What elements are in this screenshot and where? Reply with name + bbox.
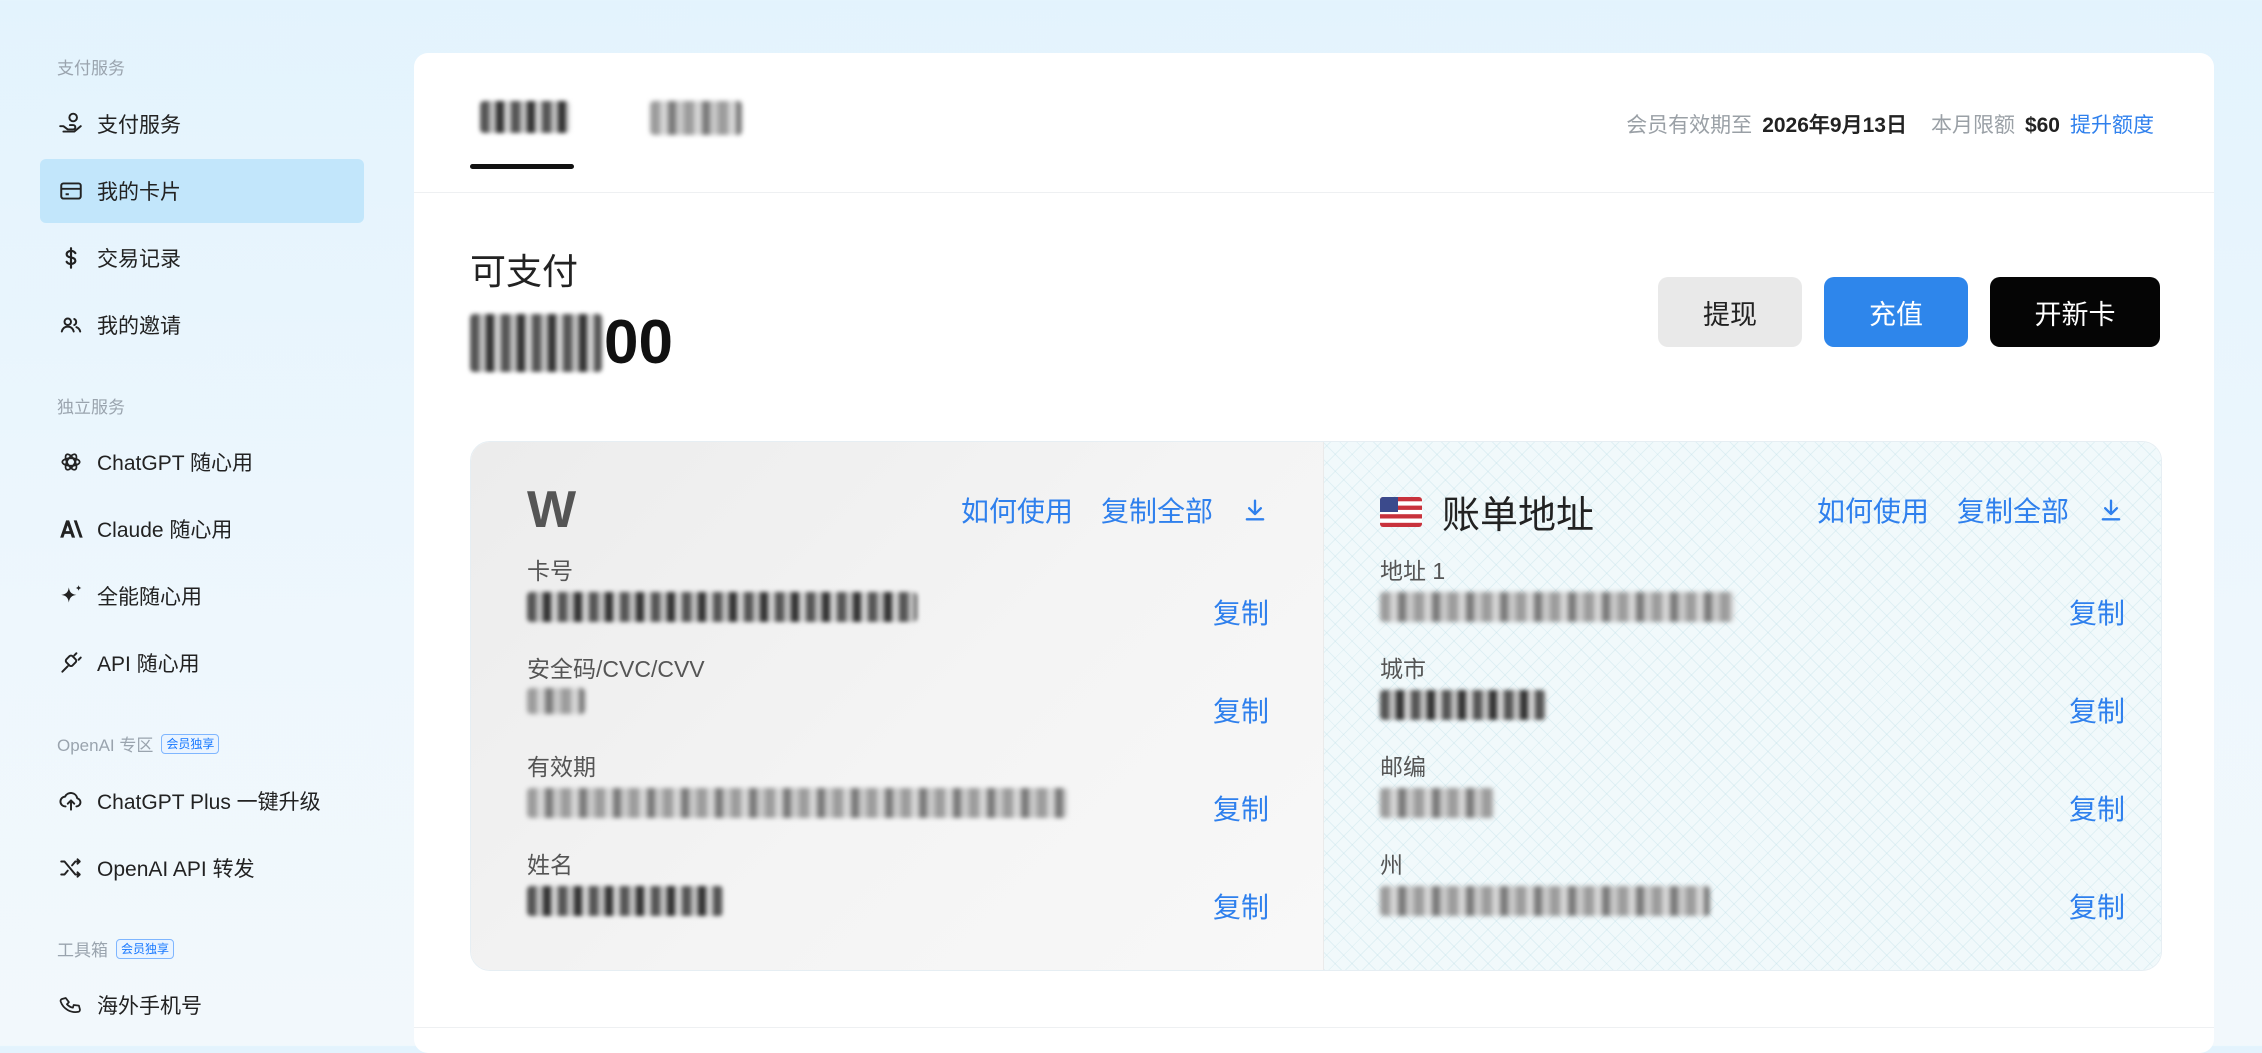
- card-how-to-use-link[interactable]: 如何使用: [961, 490, 1073, 530]
- zip-label: 邮编: [1380, 754, 1426, 780]
- card-brand-logo: W: [527, 481, 576, 539]
- cvv-label: 安全码/CVC/CVV: [527, 656, 705, 682]
- card-info-panel: W 如何使用 复制全部 卡号 复制 安全码/CVC/CVV 复制 有效期 复制 …: [471, 442, 1324, 970]
- dollar-icon: [57, 244, 85, 272]
- zip-value: [1380, 788, 1494, 818]
- download-icon[interactable]: [1241, 496, 1269, 524]
- balance-label: 可支付: [470, 251, 579, 292]
- shuffle-icon: [57, 854, 85, 882]
- copy-zip-button[interactable]: 复制: [2069, 788, 2125, 828]
- header-divider: [414, 192, 2214, 193]
- card-icon: [57, 177, 85, 205]
- sidebar-item-all-in-one[interactable]: 全能随心用: [40, 564, 364, 628]
- sparkle-icon: [57, 582, 85, 610]
- sidebar-item-overseas-phone[interactable]: 海外手机号: [40, 973, 364, 1037]
- state-value: [1380, 886, 1710, 916]
- redacted-tab-label: [650, 101, 742, 135]
- us-flag-icon: [1380, 496, 1422, 527]
- withdraw-button[interactable]: 提现: [1658, 277, 1802, 347]
- expiry-value: [527, 788, 1067, 818]
- monthly-limit-label: 本月限额: [1930, 114, 2015, 137]
- download-icon[interactable]: [2097, 496, 2125, 524]
- member-expiry-date: 2026年9月13日: [1762, 114, 1907, 137]
- card-number-label: 卡号: [527, 558, 573, 584]
- redacted-balance: [470, 313, 602, 372]
- sidebar-item-openai-api-relay[interactable]: OpenAI API 转发: [40, 836, 364, 900]
- address-line1-value: [1380, 592, 1734, 622]
- main-panel: 会员有效期至 2026年9月13日 本月限额 $60 提升额度 可支付 00 提…: [414, 53, 2214, 1053]
- sidebar: 支付服务 支付服务 我的卡片 交易记录 我的邀请 独立服务 ChatGPT 随心…: [0, 0, 410, 1046]
- member-only-badge: 会员独享: [116, 938, 175, 959]
- sidebar-item-transactions[interactable]: 交易记录: [40, 226, 364, 290]
- section-divider: [414, 1027, 2214, 1028]
- card-copy-all-link[interactable]: 复制全部: [1101, 490, 1213, 530]
- section-label-toolbox: 工具箱 会员独享: [57, 936, 175, 961]
- card-actions: 如何使用 复制全部: [961, 490, 1269, 530]
- expiry-label: 有效期: [527, 754, 596, 780]
- cardholder-name-value: [527, 886, 723, 916]
- section-label-independent: 独立服务: [57, 398, 125, 417]
- sidebar-item-invitations[interactable]: 我的邀请: [40, 293, 364, 357]
- hand-coin-icon: [57, 110, 85, 138]
- topup-button[interactable]: 充值: [1824, 277, 1968, 347]
- member-only-badge: 会员独享: [161, 733, 220, 754]
- billing-address-panel: 账单地址 如何使用 复制全部 地址 1 复制 城市 复制 邮编 复制 州 复制: [1324, 442, 2161, 970]
- card-tabs: [470, 93, 742, 169]
- billing-title: 账单地址: [1442, 495, 1595, 537]
- monthly-limit-value: $60: [2024, 114, 2060, 137]
- sidebar-item-api[interactable]: API 随心用: [40, 631, 364, 695]
- billing-header: 账单地址: [1380, 484, 1594, 539]
- sidebar-item-chatgpt[interactable]: ChatGPT 随心用: [40, 430, 364, 494]
- sidebar-item-my-cards[interactable]: 我的卡片: [40, 159, 364, 223]
- active-tab-indicator: [470, 164, 574, 169]
- sidebar-item-chatgpt-plus-upgrade[interactable]: ChatGPT Plus 一键升级: [40, 769, 364, 833]
- copy-expiry-button[interactable]: 复制: [1213, 788, 1269, 828]
- card-header: W: [527, 480, 576, 540]
- billing-actions: 如何使用 复制全部: [1817, 490, 2125, 530]
- section-label-openai: OpenAI 专区 会员独享: [57, 731, 220, 756]
- copy-name-button[interactable]: 复制: [1213, 886, 1269, 926]
- city-label: 城市: [1380, 656, 1426, 682]
- phone-icon: [57, 991, 85, 1019]
- redacted-tab-label: [480, 101, 570, 133]
- sidebar-item-claude[interactable]: Claude 随心用: [40, 497, 364, 561]
- copy-address-button[interactable]: 复制: [2069, 592, 2125, 632]
- new-card-button[interactable]: 开新卡: [1990, 277, 2160, 347]
- card-number-value: [527, 592, 917, 622]
- copy-card-number-button[interactable]: 复制: [1213, 592, 1269, 632]
- cvv-value: [527, 688, 585, 714]
- copy-city-button[interactable]: 复制: [2069, 690, 2125, 730]
- tab-card-2[interactable]: [650, 93, 742, 169]
- sidebar-item-payment-service[interactable]: 支付服务: [40, 92, 364, 156]
- membership-info: 会员有效期至 2026年9月13日 本月限额 $60 提升额度: [1626, 109, 2154, 139]
- balance-amount: 00: [470, 307, 673, 378]
- increase-limit-link[interactable]: 提升额度: [2070, 109, 2154, 139]
- copy-state-button[interactable]: 复制: [2069, 886, 2125, 926]
- state-label: 州: [1380, 852, 1403, 878]
- tab-card-1[interactable]: [470, 93, 574, 169]
- billing-how-to-use-link[interactable]: 如何使用: [1817, 490, 1929, 530]
- city-value: [1380, 690, 1546, 720]
- copy-cvv-button[interactable]: 复制: [1213, 690, 1269, 730]
- plug-icon: [57, 649, 85, 677]
- upload-cloud-icon: [57, 787, 85, 815]
- member-expiry-label: 会员有效期至: [1626, 114, 1753, 137]
- users-icon: [57, 311, 85, 339]
- address-line1-label: 地址 1: [1380, 558, 1446, 584]
- anthropic-icon: [57, 515, 85, 543]
- card-details: W 如何使用 复制全部 卡号 复制 安全码/CVC/CVV 复制 有效期 复制 …: [470, 441, 2162, 971]
- billing-copy-all-link[interactable]: 复制全部: [1957, 490, 2069, 530]
- cardholder-name-label: 姓名: [527, 852, 573, 878]
- section-label-payment: 支付服务: [57, 59, 125, 78]
- openai-icon: [57, 448, 85, 476]
